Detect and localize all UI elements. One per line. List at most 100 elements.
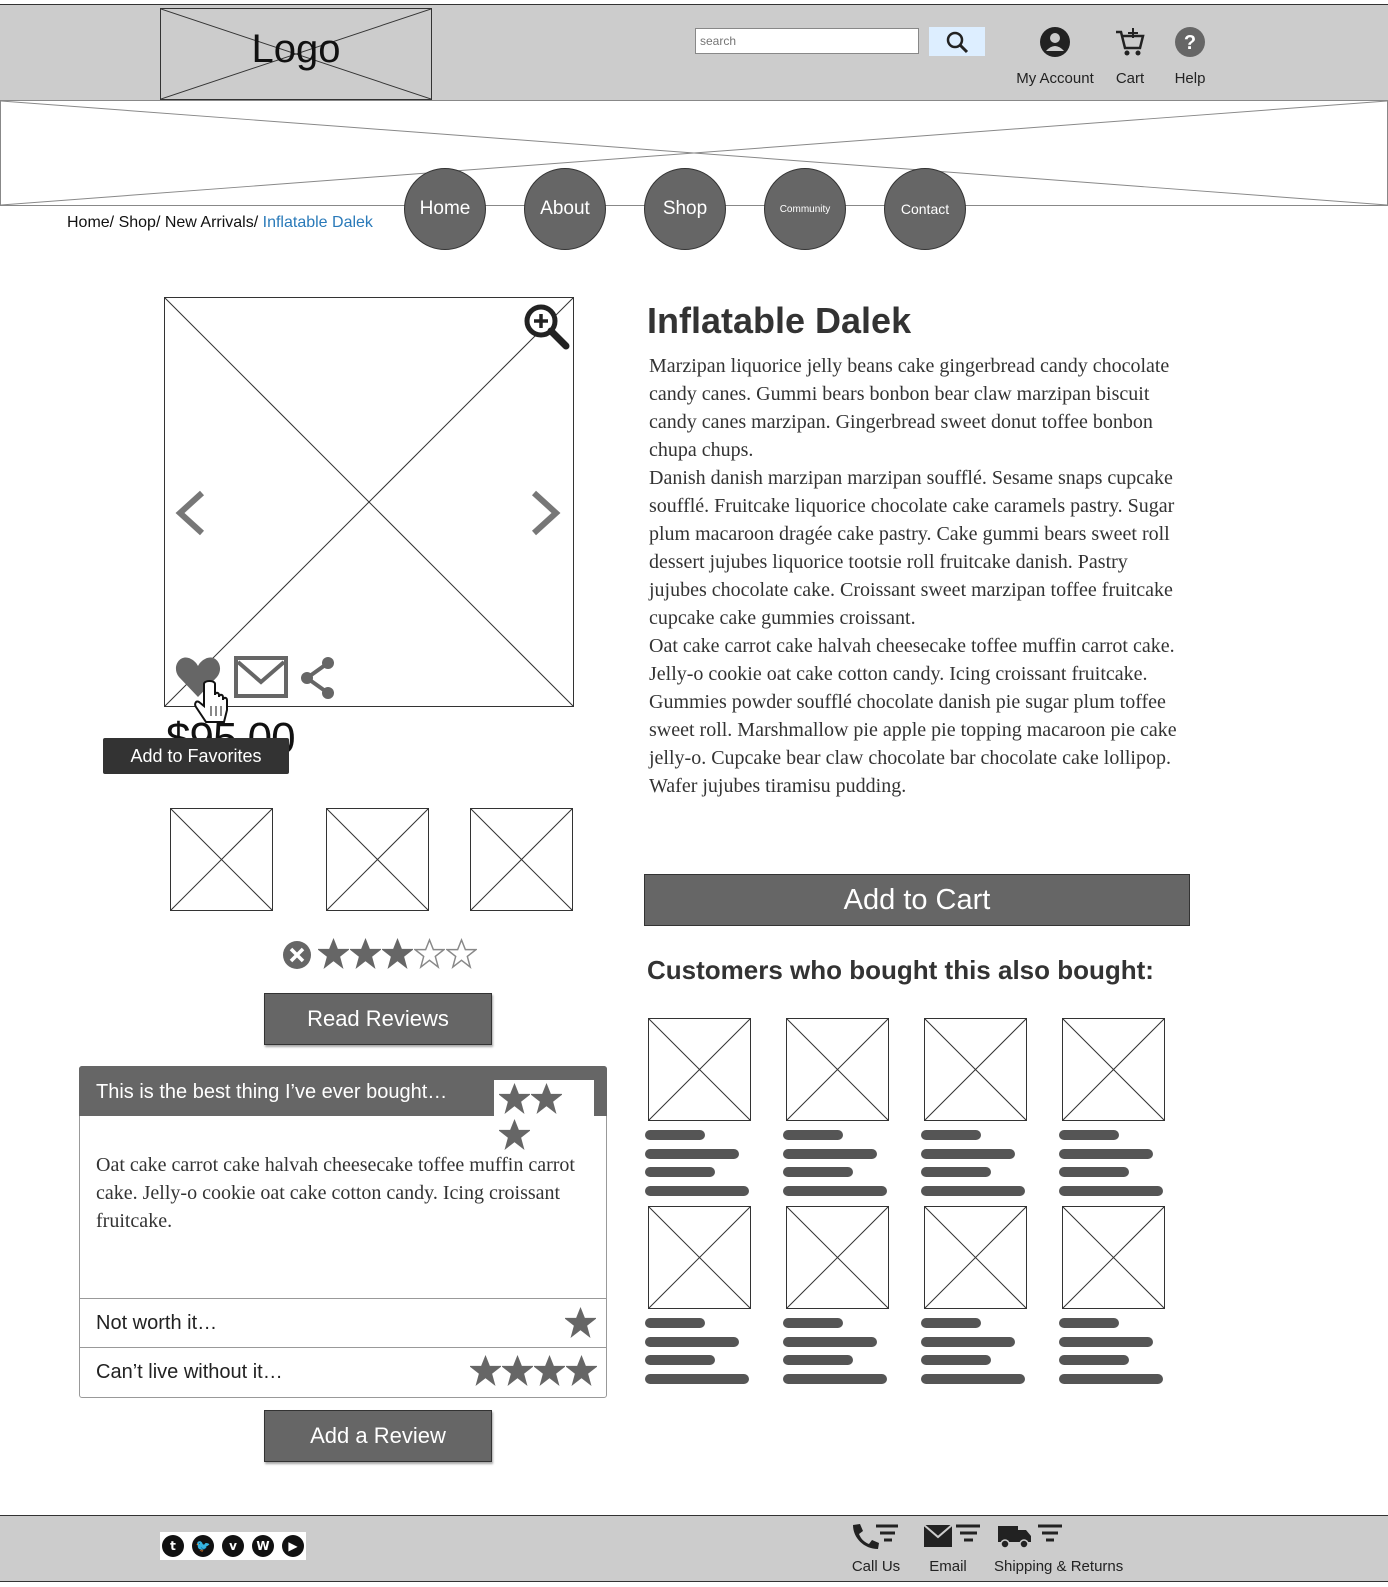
product-thumbnail[interactable] <box>470 808 573 911</box>
help-link[interactable]: ? Help <box>1160 24 1220 88</box>
zoom-icon[interactable] <box>522 302 570 350</box>
add-to-favorites-tooltip: Add to Favorites <box>103 738 289 774</box>
email-list-icon <box>923 1524 980 1547</box>
also-bought-text-placeholder <box>783 1318 843 1328</box>
also-bought-text-placeholder <box>645 1373 749 1384</box>
star-filled-icon <box>497 1082 532 1114</box>
my-account-link[interactable]: My Account <box>1010 24 1100 88</box>
call-us-link[interactable]: Call Us <box>846 1520 906 1580</box>
logo-text: Logo <box>251 27 341 71</box>
add-to-cart-label: Add to Cart <box>843 883 991 916</box>
also-bought-text-placeholder <box>1059 1148 1153 1159</box>
nav-shop[interactable]: Shop <box>644 168 726 250</box>
read-reviews-label: Read Reviews <box>307 1006 449 1031</box>
also-bought-text-placeholder <box>645 1336 739 1347</box>
also-bought-item-image[interactable] <box>648 1018 751 1121</box>
also-bought-item-image[interactable] <box>786 1018 889 1121</box>
wordpress-icon[interactable]: W <box>252 1535 274 1557</box>
search-button[interactable] <box>929 27 985 56</box>
product-title: Inflatable Dalek <box>647 300 912 341</box>
also-bought-text-placeholder <box>645 1148 739 1159</box>
phone-list-icon <box>853 1524 898 1549</box>
review-title: This is the best thing I’ve ever bought… <box>96 1081 448 1103</box>
also-bought-text-placeholder <box>645 1130 705 1140</box>
star-filled-icon <box>532 1354 567 1386</box>
hand-cursor-icon <box>194 680 228 723</box>
description-paragraph: Gummies powder soufflé chocolate danish … <box>649 691 1177 797</box>
chevron-left-icon[interactable] <box>172 490 208 536</box>
email-share-icon[interactable] <box>234 656 288 698</box>
review-body: Oat cake carrot cake halvah cheesecake t… <box>96 1154 575 1232</box>
also-bought-text-placeholder <box>1059 1373 1163 1384</box>
add-to-cart-button[interactable]: Add to Cart <box>644 874 1190 926</box>
search-input[interactable] <box>695 28 919 54</box>
also-bought-text-placeholder <box>783 1185 887 1196</box>
email-link[interactable]: Email <box>918 1520 986 1580</box>
star-filled-icon <box>564 1354 599 1386</box>
also-bought-text-placeholder <box>921 1355 991 1365</box>
logo[interactable]: Logo <box>160 8 432 100</box>
review-title: Not worth it… <box>96 1312 218 1334</box>
star-filled-icon <box>563 1306 598 1338</box>
also-bought-item-image[interactable] <box>1062 1018 1165 1121</box>
also-bought-text-placeholder <box>921 1167 991 1177</box>
twitter-icon[interactable]: 🐦 <box>192 1535 214 1557</box>
my-account-label: My Account <box>1016 70 1094 87</box>
also-bought-text-placeholder <box>783 1373 887 1384</box>
email-label: Email <box>929 1558 967 1575</box>
nav-community-label: Community <box>779 203 831 215</box>
nav-about[interactable]: About <box>524 168 606 250</box>
breadcrumb: Home/ Shop/ New Arrivals/ Inflatable Dal… <box>67 214 373 232</box>
review-rating <box>497 1082 594 1150</box>
star-filled-icon <box>500 1354 535 1386</box>
also-bought-text-placeholder <box>783 1336 877 1347</box>
also-bought-item-image[interactable] <box>648 1206 751 1309</box>
nav-contact-label: Contact <box>900 201 950 217</box>
vimeo-icon[interactable]: v <box>222 1535 244 1557</box>
read-reviews-button[interactable]: Read Reviews <box>264 993 492 1045</box>
also-bought-text-placeholder <box>921 1148 1015 1159</box>
nav-shop-label: Shop <box>662 198 708 219</box>
breadcrumb-current[interactable]: Inflatable Dalek <box>263 214 373 231</box>
nav-contact[interactable]: Contact <box>884 168 966 250</box>
also-bought-text-placeholder <box>783 1148 877 1159</box>
chevron-right-icon[interactable] <box>528 490 564 536</box>
also-bought-item-image[interactable] <box>786 1206 889 1309</box>
product-rating[interactable] <box>316 937 483 970</box>
nav-home[interactable]: Home <box>404 168 486 250</box>
also-bought-text-placeholder <box>921 1185 1025 1196</box>
add-review-label: Add a Review <box>310 1423 446 1448</box>
star-filled-icon <box>316 937 351 969</box>
also-bought-text-placeholder <box>921 1373 1025 1384</box>
star-empty-icon <box>412 937 447 969</box>
shipping-label: Shipping & Returns <box>994 1558 1124 1575</box>
also-bought-item-image[interactable] <box>1062 1206 1165 1309</box>
also-bought-text-placeholder <box>645 1185 749 1196</box>
cart-label: Cart <box>1115 70 1145 87</box>
breadcrumb-path[interactable]: Home/ Shop/ New Arrivals/ <box>67 214 263 231</box>
description-paragraph: Marzipan liquorice jelly beans cake ging… <box>649 355 1170 461</box>
tumblr-icon[interactable]: t <box>162 1535 184 1557</box>
youtube-icon[interactable]: ▶ <box>282 1535 304 1557</box>
shipping-link[interactable]: Shipping & Returns <box>994 1520 1134 1580</box>
nav-home-label: Home <box>419 198 471 219</box>
review-rating <box>563 1306 598 1339</box>
also-bought-item-image[interactable] <box>924 1018 1027 1121</box>
also-bought-text-placeholder <box>783 1355 853 1365</box>
star-filled-icon <box>348 937 383 969</box>
product-thumbnail[interactable] <box>326 808 429 911</box>
also-bought-heading: Customers who bought this also bought: <box>647 955 1154 985</box>
clear-rating-icon[interactable] <box>282 940 312 970</box>
search-icon <box>946 31 969 53</box>
also-bought-item-image[interactable] <box>924 1206 1027 1309</box>
svg-text:?: ? <box>1184 32 1196 54</box>
nav-community[interactable]: Community <box>764 168 846 250</box>
cart-link[interactable]: Cart <box>1100 24 1160 88</box>
share-icon[interactable] <box>298 655 338 701</box>
description-paragraph: Danish danish marzipan marzipan soufflé.… <box>649 467 1175 629</box>
star-filled-icon <box>497 1118 532 1150</box>
product-thumbnail[interactable] <box>170 808 273 911</box>
description-paragraph: Oat cake carrot cake halvah cheesecake t… <box>649 635 1175 685</box>
star-filled-icon <box>380 937 415 969</box>
add-review-button[interactable]: Add a Review <box>264 1410 492 1462</box>
